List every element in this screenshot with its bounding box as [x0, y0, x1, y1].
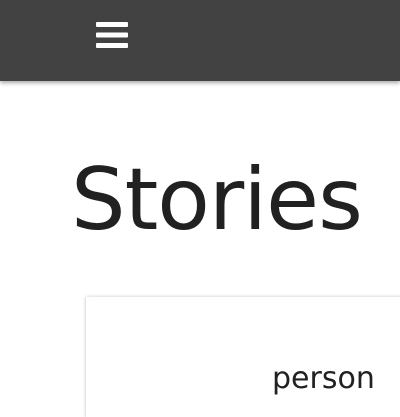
- hamburger-menu-icon: [96, 22, 128, 48]
- story-card-label: person: [272, 361, 375, 396]
- page-title: Stories: [71, 150, 363, 250]
- top-app-bar: [0, 0, 400, 81]
- menu-button[interactable]: [88, 13, 136, 57]
- story-card[interactable]: person: [86, 297, 400, 417]
